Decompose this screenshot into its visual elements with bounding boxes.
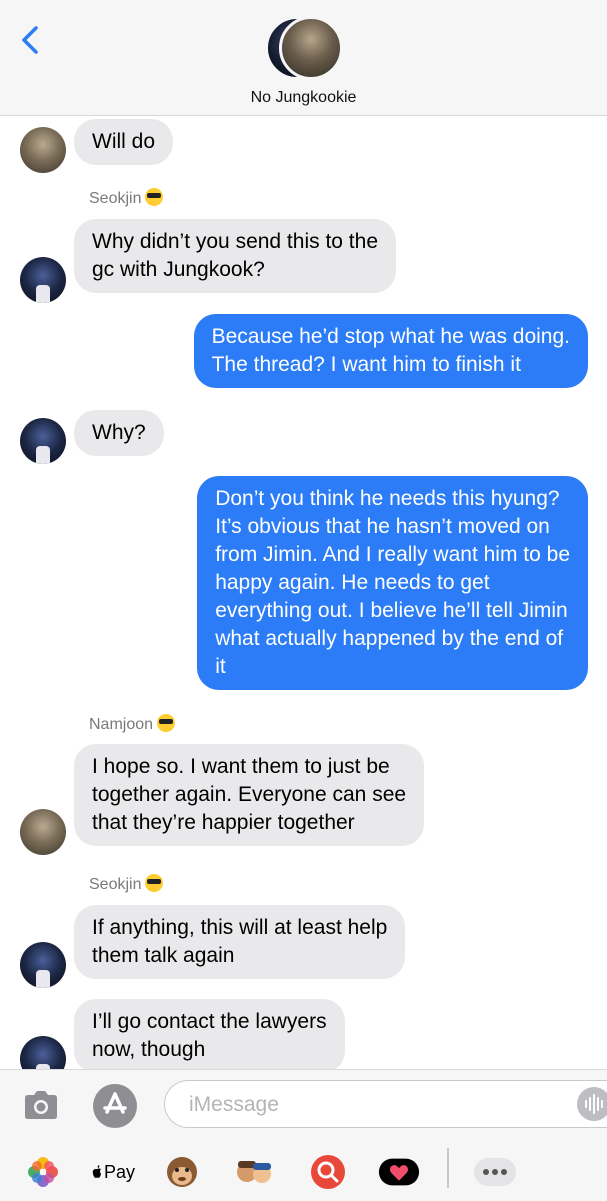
digital-touch-button[interactable] xyxy=(377,1150,421,1194)
sender-name: Seokjin xyxy=(89,874,164,894)
back-button[interactable] xyxy=(16,20,48,60)
sender-label: Seokjin xyxy=(89,876,142,893)
avatar[interactable] xyxy=(20,1036,66,1069)
composer-bar: Pay xyxy=(0,1069,607,1201)
group-avatar-front xyxy=(279,16,343,80)
sender-name: Seokjin xyxy=(89,188,164,208)
message-bubble[interactable]: Will do xyxy=(74,119,174,165)
animoji-button[interactable] xyxy=(160,1150,204,1194)
avatar[interactable] xyxy=(20,257,66,303)
nerd-emoji-icon xyxy=(157,714,176,732)
heart-sticker-icon xyxy=(378,1158,420,1186)
message-bubble-outgoing[interactable]: Don’t you think he needs this hyung? It’… xyxy=(197,476,588,690)
message-input[interactable] xyxy=(187,1090,531,1120)
camera-button[interactable] xyxy=(22,1090,60,1120)
app-store-icon xyxy=(103,1092,127,1114)
message-bubble-outgoing[interactable]: Because he’d stop what he was doing. The… xyxy=(193,314,588,388)
message-input-field[interactable] xyxy=(164,1080,607,1128)
app-drawer: Pay xyxy=(0,1148,607,1200)
chevron-left-icon xyxy=(22,26,38,54)
message-bubble[interactable]: Why? xyxy=(74,410,164,456)
apple-pay-icon xyxy=(92,1165,101,1178)
group-avatar[interactable] xyxy=(265,16,345,80)
avatar[interactable] xyxy=(20,127,66,173)
camera-icon xyxy=(25,1091,57,1119)
image-search-button[interactable] xyxy=(306,1150,350,1194)
audio-wave-icon xyxy=(585,1094,603,1114)
message-bubble[interactable]: If anything, this will at least help the… xyxy=(74,905,406,979)
avatar[interactable] xyxy=(20,418,66,464)
memoji-stickers-button[interactable] xyxy=(232,1150,276,1194)
sunglasses-emoji-icon xyxy=(145,188,164,206)
avatar[interactable] xyxy=(20,809,66,855)
message-bubble[interactable]: Why didn’t you send this to the gc with … xyxy=(74,219,396,293)
audio-message-button[interactable] xyxy=(577,1087,607,1121)
apple-pay-label: Pay xyxy=(103,1161,136,1182)
apple-pay-button[interactable]: Pay xyxy=(88,1150,138,1194)
contact-name[interactable]: No Jungkookie xyxy=(0,89,607,107)
message-thread: Will do Seokjin Why didn’t you send this… xyxy=(0,116,607,1069)
sunglasses-emoji-icon xyxy=(145,874,164,892)
app-store-button[interactable] xyxy=(93,1084,137,1128)
conversation-header: No Jungkookie xyxy=(0,0,607,116)
more-icon xyxy=(474,1158,516,1186)
avatar[interactable] xyxy=(20,942,66,988)
message-bubble[interactable]: I hope so. I want them to just be togeth… xyxy=(74,744,425,846)
drawer-separator xyxy=(447,1148,449,1188)
photos-icon xyxy=(28,1157,58,1187)
search-images-icon xyxy=(311,1155,345,1189)
sender-label: Seokjin xyxy=(89,190,142,207)
monkey-memoji-icon xyxy=(167,1157,197,1187)
sender-label: Namjoon xyxy=(89,716,154,733)
memoji-stickers-icon xyxy=(237,1161,271,1183)
photos-app-button[interactable] xyxy=(21,1150,65,1194)
more-apps-button[interactable] xyxy=(472,1150,518,1194)
sender-name: Namjoon xyxy=(89,714,176,734)
message-bubble[interactable]: I’ll go contact the lawyers now, though xyxy=(74,999,345,1069)
